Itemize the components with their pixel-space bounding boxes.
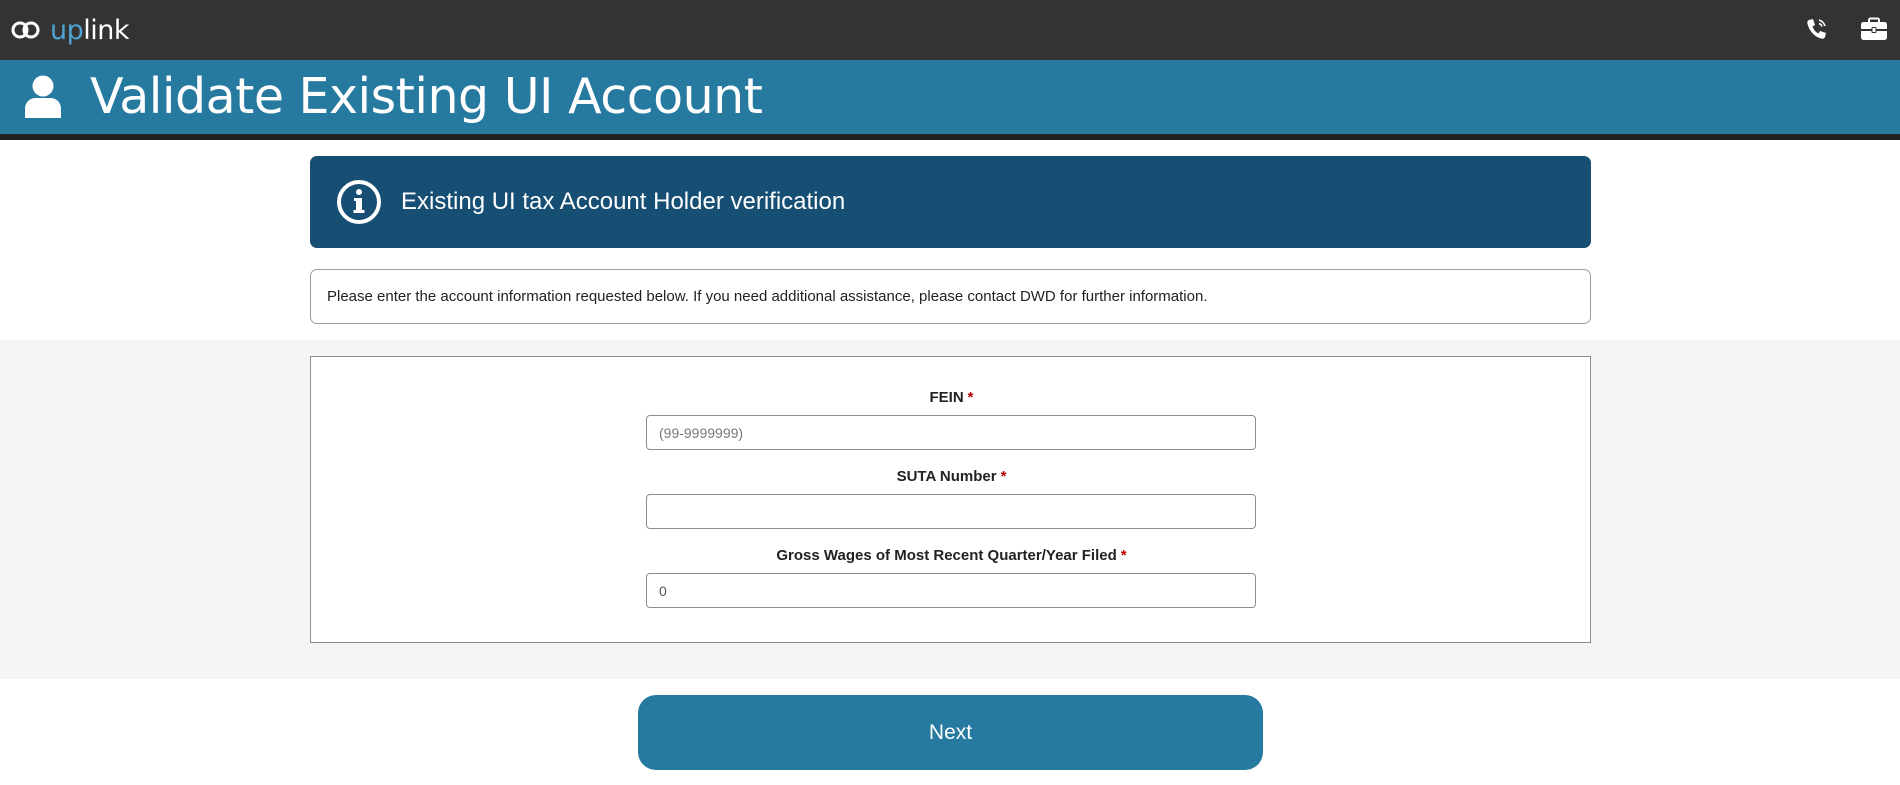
- phone-icon[interactable]: [1804, 16, 1830, 42]
- gross-wages-label: Gross Wages of Most Recent Quarter/Year …: [776, 547, 1127, 564]
- user-icon: [24, 74, 62, 125]
- header-divider: [0, 134, 1900, 140]
- page-title: Validate Existing UI Account: [90, 68, 763, 125]
- logo-text: uplink: [50, 14, 130, 46]
- form-section: FEIN* SUTA Number* Gross Wages of Most R…: [0, 340, 1900, 679]
- info-banner-title: Existing UI tax Account Holder verificat…: [401, 188, 846, 215]
- suta-number-input[interactable]: [646, 494, 1256, 529]
- next-button[interactable]: Next: [638, 695, 1263, 770]
- form-card: FEIN* SUTA Number* Gross Wages of Most R…: [310, 356, 1591, 643]
- required-marker: *: [1000, 468, 1007, 485]
- page-header: Validate Existing UI Account: [0, 60, 1900, 134]
- fein-input[interactable]: [646, 415, 1256, 450]
- info-banner: Existing UI tax Account Holder verificat…: [310, 156, 1591, 248]
- briefcase-icon[interactable]: [1860, 16, 1888, 42]
- instructions-notice: Please enter the account information req…: [310, 269, 1591, 324]
- suta-number-label: SUTA Number *: [896, 468, 1007, 485]
- fein-label: FEIN *: [929, 389, 974, 406]
- uplink-logo[interactable]: uplink: [10, 12, 130, 48]
- info-icon: [336, 179, 382, 230]
- required-marker: *: [967, 389, 974, 406]
- chain-link-icon: [11, 21, 40, 39]
- required-marker: *: [1120, 547, 1127, 564]
- gross-wages-input[interactable]: [646, 573, 1256, 608]
- top-navbar: uplink: [0, 0, 1900, 60]
